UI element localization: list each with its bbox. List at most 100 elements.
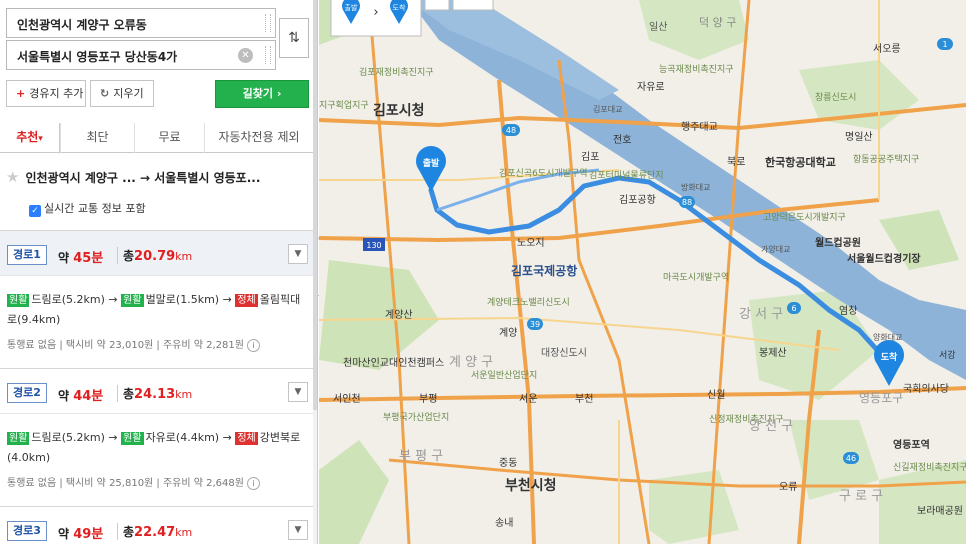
- clear-button[interactable]: ↻ 지우기: [90, 80, 154, 107]
- map-label: 명일산: [845, 131, 873, 143]
- road-badge-46: 46: [843, 452, 859, 464]
- route-distance: 총24.13km: [117, 385, 192, 402]
- scrollbar-thumb[interactable]: [313, 0, 317, 410]
- map-label: 일산: [649, 21, 667, 33]
- drag-handle-icon[interactable]: [265, 14, 271, 32]
- map-label-gimpo-city-hall: 김포시청: [373, 102, 425, 119]
- map-label: 자유로: [637, 81, 665, 93]
- map-label: 김포신곡6도시개발구역: [499, 167, 588, 179]
- drag-handle-icon[interactable]: [265, 46, 271, 64]
- svg-text:39: 39: [530, 320, 540, 329]
- map-label: 부평: [419, 393, 437, 405]
- start-pin[interactable]: 출발: [416, 146, 446, 192]
- map-label: 천마산인교대인천캠퍼스: [343, 357, 444, 369]
- map-label: 항동공공주택지구: [853, 154, 919, 165]
- map-tools[interactable]: [424, 0, 494, 11]
- map-label: 서강: [939, 350, 956, 361]
- route-time: 약 49분: [58, 527, 104, 542]
- origin-field[interactable]: 인천광역시 계양구 오류동: [6, 8, 276, 38]
- svg-text:48: 48: [506, 126, 516, 135]
- map-label: 김포공항: [619, 194, 656, 206]
- route-label: 경로3: [7, 521, 47, 541]
- chevron-down-icon[interactable]: ▼: [288, 244, 308, 264]
- route-summary-text: 인천광역시 계양구 ... → 서울특별시 영등포...: [25, 171, 261, 185]
- route-time: 약 44분: [58, 389, 104, 404]
- map-label-bucheon-city-hall: 부천시청: [505, 478, 557, 494]
- map-label: 방화대교: [681, 182, 710, 192]
- map-label: 송내: [495, 517, 513, 529]
- map-label: 가양대교: [761, 245, 790, 254]
- info-icon[interactable]: i: [247, 339, 261, 352]
- route-distance: 총20.79km: [117, 247, 192, 264]
- find-route-button[interactable]: 길찾기 ›: [215, 80, 309, 108]
- destination-value[interactable]: 서울특별시 영등포구 당산동4가: [17, 48, 177, 65]
- traffic-tag: 원활: [7, 432, 30, 445]
- route-option-tabs: 추천▾ 최단 무료 자동차전용 제외: [0, 123, 313, 154]
- route-2-header[interactable]: 경로2 약 44분 총24.13km ▼: [0, 368, 313, 414]
- map-label: 계 양 구: [449, 355, 493, 370]
- tab-recommended[interactable]: 추천▾: [0, 123, 60, 154]
- tab-shortest[interactable]: 최단: [60, 123, 134, 153]
- road-badge-1: 1: [937, 38, 953, 50]
- traffic-tag: 원활: [121, 294, 144, 307]
- traffic-tag: 정체: [235, 432, 258, 445]
- add-waypoint-label: 경유지 추가: [29, 87, 84, 100]
- clear-icon[interactable]: ✕: [238, 48, 253, 63]
- map-label: 월드컵공원: [815, 236, 861, 249]
- svg-text:출발: 출발: [423, 157, 440, 169]
- map-label: 마곡도시개발구역: [663, 272, 729, 283]
- route-label: 경로2: [7, 383, 47, 403]
- info-icon[interactable]: i: [247, 477, 261, 490]
- route-label: 경로1: [7, 245, 47, 265]
- map-label: 김포: [581, 151, 599, 163]
- traffic-label: 실시간 교통 정보 포함: [44, 202, 146, 215]
- svg-text:도착: 도착: [881, 351, 898, 363]
- map-label: 김포터미널물류단지: [589, 169, 664, 181]
- map-label: 부평국가산업단지: [383, 412, 449, 423]
- tab-free[interactable]: 무료: [134, 123, 204, 153]
- road-badge-130: 130: [363, 238, 385, 251]
- swap-button[interactable]: ⇅: [279, 18, 309, 58]
- map-label: 계양산: [385, 309, 413, 321]
- map-label: 서울월드컵경기장: [847, 252, 921, 265]
- route-time: 약 45분: [58, 251, 104, 266]
- legend-end: 도착: [393, 4, 406, 12]
- clear-label: 지우기: [113, 87, 144, 100]
- map-canvas[interactable]: 48 130 39 88 6 46 1 김포시청 김포국제공항 부천시청 김포재…: [319, 0, 966, 544]
- plus-icon: +: [16, 87, 26, 100]
- map-label: 구 로 구: [839, 489, 883, 504]
- map-label-gimpo-airport: 김포국제공항: [511, 263, 577, 278]
- svg-text:130: 130: [366, 241, 381, 250]
- tab-exclude-motorway[interactable]: 자동차전용 제외: [204, 123, 313, 153]
- route-3-header[interactable]: 경로3 약 49분 총22.47km ▼: [0, 506, 313, 544]
- map-road: [497, 79, 536, 544]
- chevron-down-icon[interactable]: ▼: [288, 520, 308, 540]
- chevron-down-icon[interactable]: ▼: [288, 382, 308, 402]
- map-label: 전호: [613, 134, 631, 146]
- traffic-checkbox[interactable]: ✓ 실시간 교통 정보 포함: [29, 200, 146, 217]
- route-2-segments: 원활 드림로(5.2km) → 원활 자유로(4.4km) → 정체 강변북로(4.0…: [7, 431, 301, 464]
- route-1-header[interactable]: 경로1 약 45분 총20.79km ▼: [0, 230, 313, 276]
- map-label: 부천: [575, 393, 593, 405]
- destination-field[interactable]: 서울특별시 영등포구 당산동4가 ✕: [6, 40, 276, 70]
- map-label: 계양: [499, 327, 517, 339]
- road-badge-6: 6: [787, 302, 801, 314]
- traffic-tag: 정체: [235, 294, 258, 307]
- map-label: 지구획업지구: [319, 99, 369, 111]
- route-distance: 총22.47km: [117, 523, 192, 540]
- map-label: 노오지: [517, 237, 545, 249]
- map-label: 대장신도시: [541, 347, 587, 359]
- route-2-meta: 통행료 없음 | 택시비 약 25,810원 | 주유비 약 2,648원 i: [7, 474, 261, 490]
- star-icon[interactable]: ★: [6, 168, 19, 186]
- origin-value[interactable]: 인천광역시 계양구 오류동: [17, 16, 147, 33]
- svg-text:6: 6: [791, 304, 796, 313]
- map-view[interactable]: 48 130 39 88 6 46 1 김포시청 김포국제공항 부천시청 김포재…: [319, 0, 966, 544]
- checkbox-checked-icon[interactable]: ✓: [29, 205, 41, 217]
- map-label: 서운: [519, 393, 537, 405]
- end-pin[interactable]: 도착: [874, 340, 905, 386]
- map-label: 계양테크노밸리신도시: [487, 296, 570, 308]
- map-label: 국회의사당: [903, 383, 949, 395]
- add-waypoint-button[interactable]: + 경유지 추가: [6, 80, 86, 107]
- map-label: 영등포역: [893, 438, 930, 451]
- svg-text:1: 1: [942, 40, 947, 49]
